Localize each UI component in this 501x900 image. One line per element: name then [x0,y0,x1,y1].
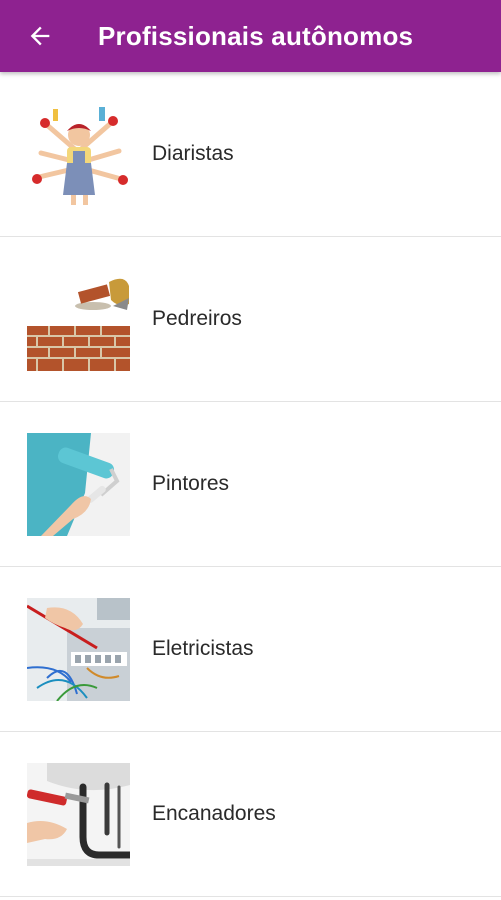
paint-roller-icon [27,433,130,536]
list-item-diaristas[interactable]: Diaristas [0,72,501,237]
list-item-label: Encanadores [152,802,276,825]
arrow-back-icon [30,26,50,46]
list-item-label: Eletricistas [152,637,254,660]
list-item-label: Diaristas [152,142,234,165]
list-item-pedreiros[interactable]: Pedreiros [0,237,501,402]
back-button[interactable] [20,16,60,56]
plumbing-pipes-icon [27,763,130,866]
brick-wall-icon [27,268,130,371]
electrical-panel-icon [27,598,130,701]
app-bar: Profissionais autônomos [0,0,501,72]
list-item-label: Pintores [152,472,230,495]
list-item-encanadores[interactable]: Encanadores [0,732,501,897]
housekeeper-icon [27,103,130,206]
list-item-pintores[interactable]: Pintores [0,402,501,567]
page-title: Profissionais autônomos [98,20,414,51]
professions-list: Diaristas Pedreiros Pintores Eletricista… [0,72,501,897]
list-item-label: Pedreiros [152,307,242,330]
list-item-eletricistas[interactable]: Eletricistas [0,567,501,732]
